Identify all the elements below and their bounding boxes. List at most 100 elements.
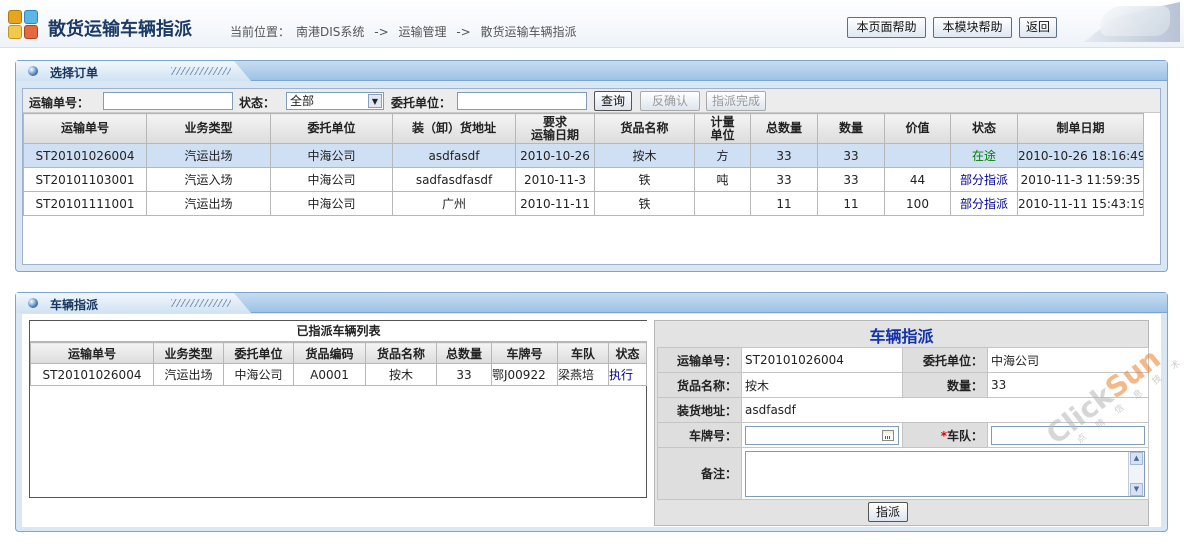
column-header: 业务类型 bbox=[153, 342, 224, 364]
cell-total: 33 bbox=[436, 363, 492, 386]
cell-address: sadfasdfasdf bbox=[392, 167, 516, 192]
query-button[interactable]: 查询 bbox=[594, 91, 632, 111]
table-row[interactable]: ST20101111001 汽运出场 中海公司 广州 2010-11-11 铁 … bbox=[23, 191, 1144, 216]
cell-date: 2010-11-3 bbox=[515, 167, 595, 192]
waybill-label: 运输单号： bbox=[657, 347, 742, 373]
unconfirm-button[interactable]: 反确认 bbox=[640, 91, 700, 111]
status-selected-value: 全部 bbox=[290, 94, 315, 108]
cell-unit bbox=[694, 191, 751, 216]
fleet-input[interactable] bbox=[991, 425, 1145, 445]
order-panel: 选择订单 运输单号： 状态： 全部 ▼ 委托单位： 查询 反确认 指派完成 运输… bbox=[15, 60, 1168, 272]
remark-label: 备注： bbox=[657, 447, 742, 500]
cell-goods: 铁 bbox=[594, 191, 695, 216]
client-input[interactable] bbox=[457, 92, 587, 110]
cell-goods-code: A0001 bbox=[293, 363, 366, 386]
back-button[interactable]: 返回 bbox=[1019, 17, 1057, 38]
column-header: 委托单位 bbox=[223, 342, 294, 364]
cell-waybill: ST20101111001 bbox=[23, 191, 147, 216]
cell-client: 中海公司 bbox=[270, 191, 393, 216]
fleet-cell bbox=[987, 422, 1149, 448]
remark-textarea[interactable]: ▲ ▼ bbox=[745, 450, 1145, 497]
cell-created: 2010-11-3 11:59:35 bbox=[1017, 167, 1144, 192]
column-header: 状态 bbox=[608, 342, 647, 364]
bullet-icon bbox=[28, 298, 38, 308]
fleet-label: 车队： bbox=[946, 428, 983, 443]
cell-goods: 按木 bbox=[365, 363, 437, 386]
vehicle-panel-body: 已指派车辆列表 运输单号 业务类型 委托单位 货品编码 货品名称 总数量 车牌号… bbox=[22, 314, 1161, 527]
column-header: 装（卸）货地址 bbox=[392, 113, 516, 144]
client-value: 中海公司 bbox=[987, 347, 1149, 373]
vehicle-panel-tab: 车辆指派 bbox=[16, 293, 251, 313]
breadcrumb-item[interactable]: 运输管理 bbox=[398, 25, 446, 39]
vehicle-panel: 车辆指派 已指派车辆列表 运输单号 业务类型 委托单位 货品编码 货品名称 总数… bbox=[15, 292, 1168, 532]
column-header: 要求 运输日期 bbox=[515, 113, 595, 144]
fleet-label-cell: *车队： bbox=[902, 422, 988, 448]
plate-input[interactable] bbox=[745, 425, 899, 445]
cell-qty: 11 bbox=[817, 191, 885, 216]
scroll-up-icon[interactable]: ▲ bbox=[1130, 451, 1143, 465]
cell-date: 2010-11-11 bbox=[515, 191, 595, 216]
cell-status: 部分指派 bbox=[950, 167, 1018, 192]
cell-fleet: 梁燕培 bbox=[557, 363, 609, 386]
column-header: 车队 bbox=[557, 342, 609, 364]
remark-scrollbar[interactable]: ▲ ▼ bbox=[1128, 451, 1144, 496]
table-row[interactable]: ST20101103001 汽运入场 中海公司 sadfasdfasdf 201… bbox=[23, 167, 1144, 192]
cell-value: 100 bbox=[884, 191, 951, 216]
order-panel-header: 选择订单 bbox=[16, 61, 1167, 81]
cell-total: 33 bbox=[750, 167, 818, 192]
top-header: 散货运输车辆指派 当前位置： 南港DIS系统 -> 运输管理 -> 散货运输车辆指… bbox=[0, 0, 1184, 48]
breadcrumb-item[interactable]: 南港DIS系统 bbox=[296, 25, 364, 39]
calendar-picker-icon[interactable] bbox=[882, 429, 894, 441]
order-panel-tab: 选择订单 bbox=[16, 61, 251, 81]
waybill-input[interactable] bbox=[103, 92, 233, 110]
address-value: asdfasdf bbox=[741, 397, 1149, 423]
breadcrumb-separator: -> bbox=[456, 25, 471, 39]
vehicle-panel-title: 车辆指派 bbox=[50, 298, 99, 312]
column-header: 计量 单位 bbox=[694, 113, 751, 144]
cell-unit: 方 bbox=[694, 143, 751, 168]
cell-qty: 33 bbox=[817, 167, 885, 192]
cell-total: 11 bbox=[750, 191, 818, 216]
plate-cell bbox=[741, 422, 903, 448]
order-table-header: 运输单号 业务类型 委托单位 装（卸）货地址 要求 运输日期 货品名称 计量 单… bbox=[23, 113, 1144, 144]
form-table: 运输单号： ST20101026004 委托单位： 中海公司 货品名称： 按木 … bbox=[657, 347, 1149, 500]
cell-client: 中海公司 bbox=[270, 167, 393, 192]
page-title: 散货运输车辆指派 bbox=[48, 19, 192, 40]
column-header: 数量 bbox=[817, 113, 885, 144]
vehicle-assign-form: 车辆指派 运输单号： ST20101026004 委托单位： 中海公司 货品名称… bbox=[654, 320, 1149, 526]
form-row: 货品名称： 按木 数量： 33 bbox=[657, 372, 1149, 398]
module-help-button[interactable]: 本模块帮助 bbox=[933, 17, 1012, 38]
cell-created: 2010-10-26 18:16:49 bbox=[1017, 143, 1144, 168]
scroll-down-icon[interactable]: ▼ bbox=[1130, 482, 1143, 496]
assign-button[interactable]: 指派 bbox=[868, 502, 908, 522]
form-row: 备注： ▲ ▼ bbox=[657, 447, 1149, 500]
assigned-table-header: 运输单号 业务类型 委托单位 货品编码 货品名称 总数量 车牌号 车队 状态 bbox=[30, 342, 647, 364]
cell-goods: 按木 bbox=[594, 143, 695, 168]
column-header: 业务类型 bbox=[146, 113, 271, 144]
column-header: 货品名称 bbox=[365, 342, 437, 364]
tab-hatch-decoration bbox=[171, 67, 231, 75]
status-select[interactable]: 全部 ▼ bbox=[286, 92, 384, 110]
assign-complete-button[interactable]: 指派完成 bbox=[706, 91, 766, 111]
tab-hatch-decoration bbox=[171, 299, 231, 307]
breadcrumb: 当前位置： 南港DIS系统 -> 运输管理 -> 散货运输车辆指派 bbox=[230, 23, 583, 40]
dropdown-arrow-icon[interactable]: ▼ bbox=[368, 94, 382, 108]
table-row[interactable]: ST20101026004 汽运出场 中海公司 A0001 按木 33 鄂J00… bbox=[30, 363, 647, 386]
page-help-button[interactable]: 本页面帮助 bbox=[847, 17, 926, 38]
waybill-value: ST20101026004 bbox=[741, 347, 903, 373]
goods-label: 货品名称： bbox=[657, 372, 742, 398]
cell-date: 2010-10-26 bbox=[515, 143, 595, 168]
assigned-list-caption: 已指派车辆列表 bbox=[30, 321, 647, 342]
goods-value: 按木 bbox=[741, 372, 903, 398]
waybill-label: 运输单号： bbox=[29, 96, 90, 110]
breadcrumb-label: 当前位置： bbox=[230, 25, 291, 39]
cell-value bbox=[884, 143, 951, 168]
cell-address: asdfasdf bbox=[392, 143, 516, 168]
search-bar: 运输单号： 状态： 全部 ▼ 委托单位： 查询 反确认 指派完成 bbox=[23, 89, 1160, 113]
assigned-vehicle-list: 已指派车辆列表 运输单号 业务类型 委托单位 货品编码 货品名称 总数量 车牌号… bbox=[29, 320, 647, 498]
order-table: 运输单号 业务类型 委托单位 装（卸）货地址 要求 运输日期 货品名称 计量 单… bbox=[23, 113, 1144, 216]
table-row[interactable]: ST20101026004 汽运出场 中海公司 asdfasdf 2010-10… bbox=[23, 143, 1144, 168]
breadcrumb-item: 散货运输车辆指派 bbox=[480, 25, 577, 39]
execute-link[interactable]: 执行 bbox=[608, 363, 647, 386]
cell-unit: 吨 bbox=[694, 167, 751, 192]
